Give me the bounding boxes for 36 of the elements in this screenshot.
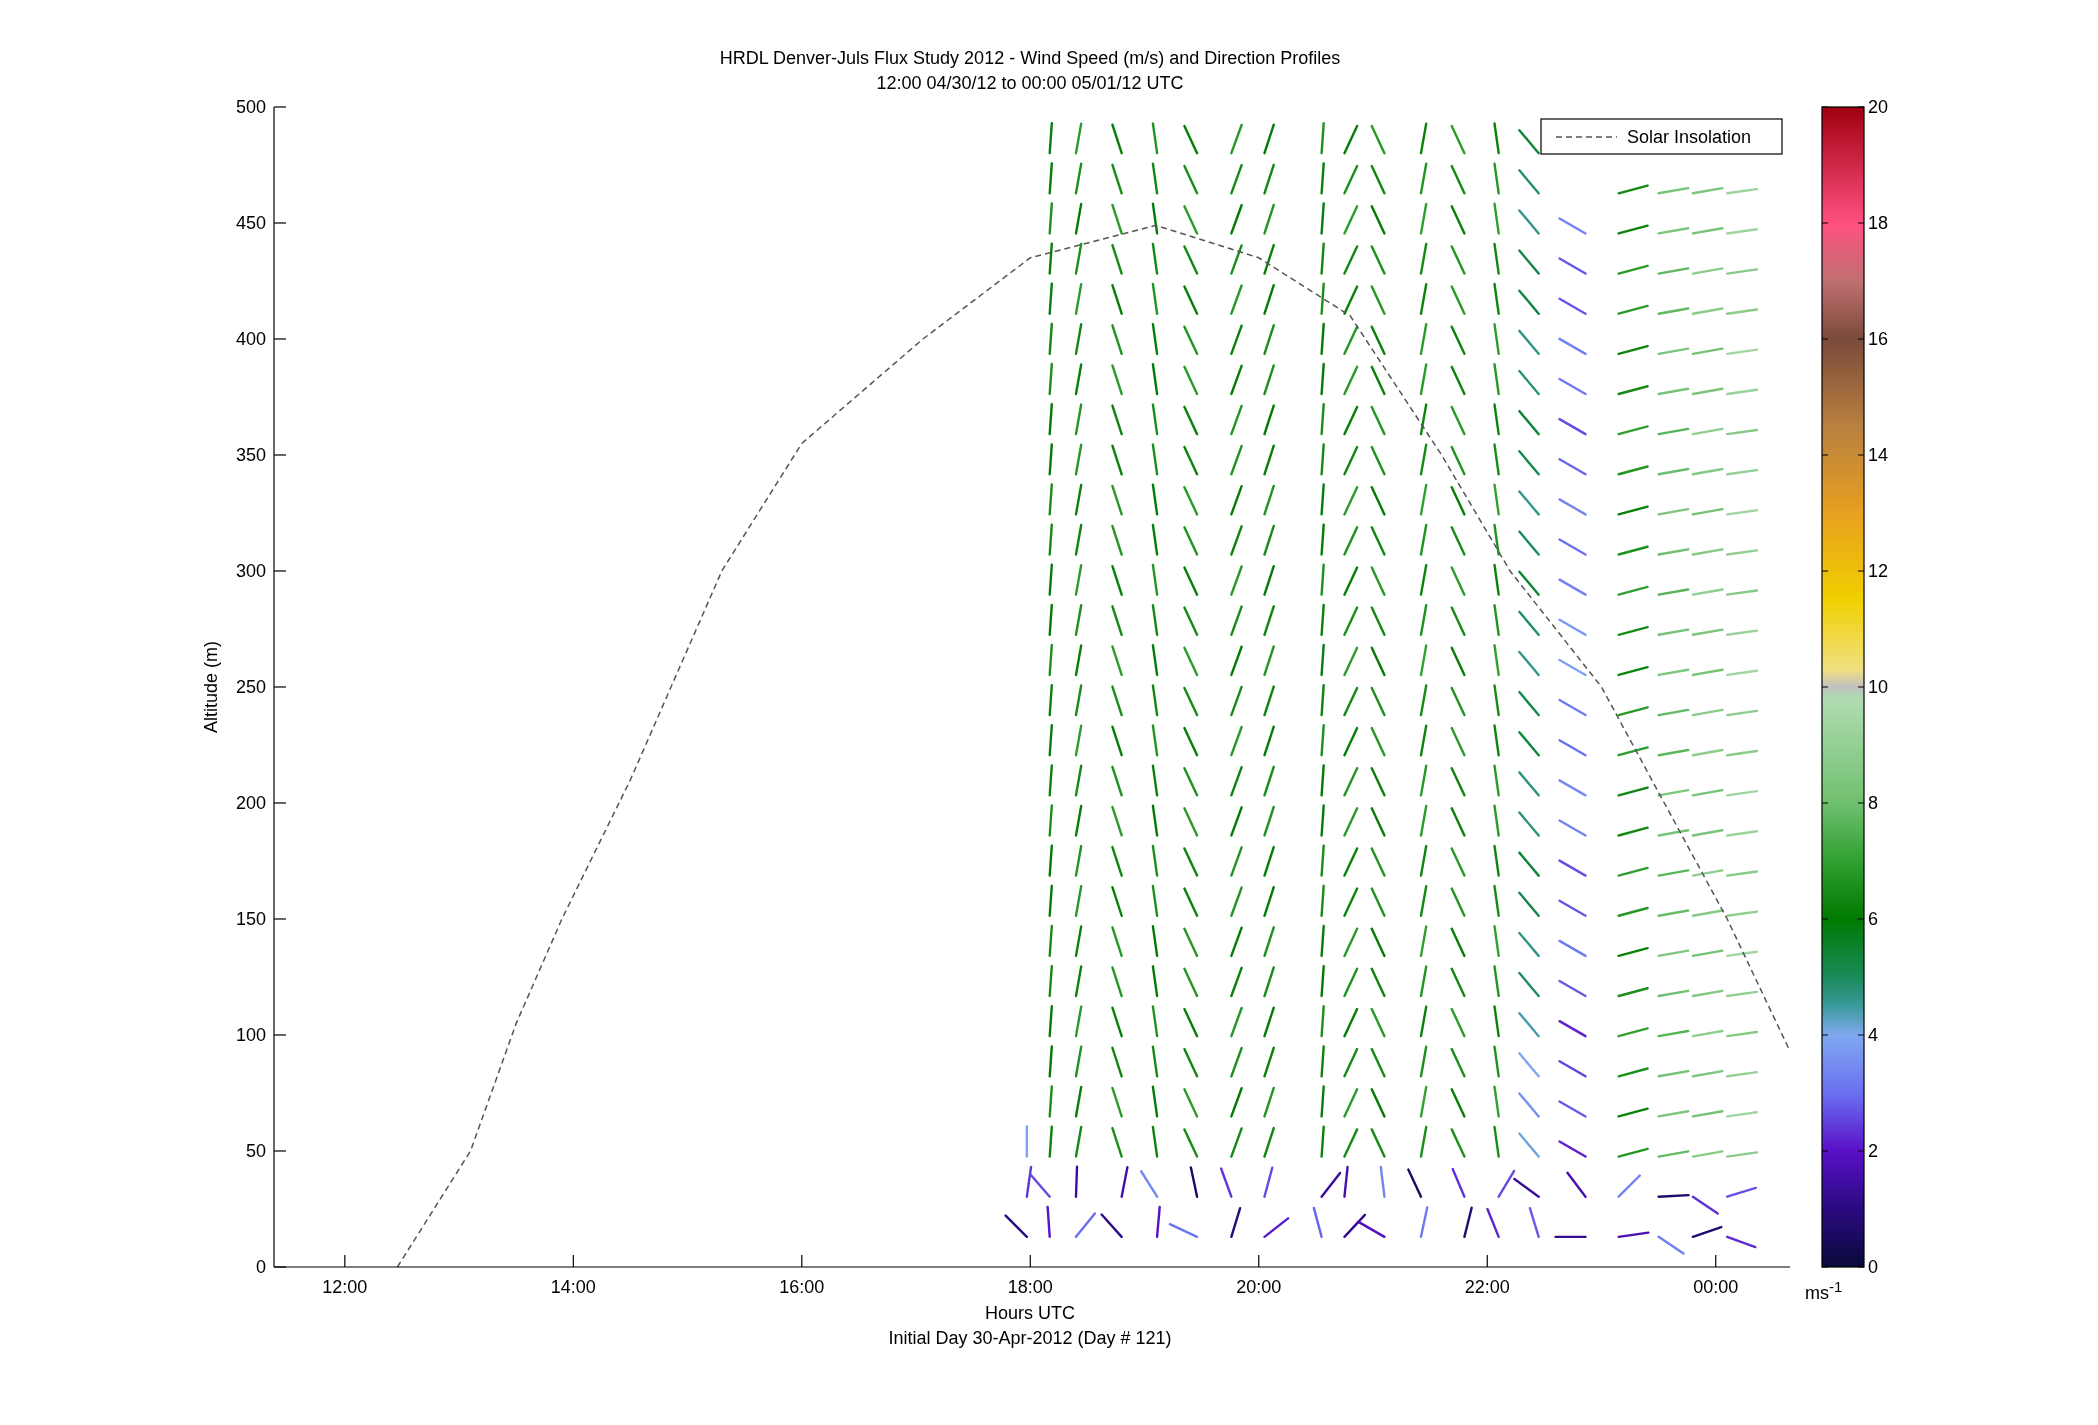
y-tick-label: 500 (235, 97, 266, 117)
y-tick-label: 0 (256, 1257, 266, 1277)
colorbar-tick-label: 12 (1868, 561, 1889, 581)
colorbar-tick-label: 18 (1868, 213, 1889, 233)
x-tick-label: 00:00 (1693, 1277, 1739, 1297)
x-tick-label: 22:00 (1464, 1277, 1510, 1297)
x-tick-label: 12:00 (322, 1277, 368, 1297)
x-axis-label: Hours UTC (985, 1303, 1075, 1323)
x-tick-label: 18:00 (1007, 1277, 1053, 1297)
y-tick-label: 150 (235, 909, 266, 929)
colorbar-tick-label: 0 (1868, 1257, 1878, 1277)
colorbar-tick-label: 8 (1868, 793, 1878, 813)
colorbar-tick-label: 6 (1868, 909, 1878, 929)
y-tick-label: 50 (245, 1141, 266, 1161)
x-tick-label: 16:00 (779, 1277, 825, 1297)
chart-title: HRDL Denver-Juls Flux Study 2012 - Wind Speed (m/s) and Direction Profiles (719, 48, 1341, 68)
y-tick-label: 450 (235, 213, 266, 233)
colorbar-tick-label: 20 (1868, 97, 1889, 117)
colorbar-tick-label: 10 (1868, 677, 1889, 697)
y-axis-label: Altitude (m) (201, 641, 221, 733)
colorbar-tick-label: 14 (1868, 445, 1889, 465)
y-tick-label: 350 (235, 445, 266, 465)
chart-footnote: Initial Day 30-Apr-2012 (Day # 121) (888, 1328, 1172, 1348)
colorbar-tick-label: 4 (1868, 1025, 1878, 1045)
y-tick-label: 250 (235, 677, 266, 697)
y-tick-label: 100 (235, 1025, 266, 1045)
y-tick-label: 200 (235, 793, 266, 813)
y-tick-label: 400 (235, 329, 266, 349)
chart-subtitle: 12:00 04/30/12 to 00:00 05/01/12 UTC (876, 73, 1184, 93)
colorbar-unit: ms$^{-1}$ (1805, 1283, 1843, 1303)
colorbar-tick-label: 2 (1868, 1141, 1878, 1161)
x-tick-label: 14:00 (550, 1277, 596, 1297)
colorbar-tick-label: 16 (1868, 329, 1889, 349)
y-tick-label: 300 (235, 561, 266, 581)
legend-label: Solar Insolation (1627, 127, 1752, 147)
x-tick-label: 20:00 (1236, 1277, 1282, 1297)
